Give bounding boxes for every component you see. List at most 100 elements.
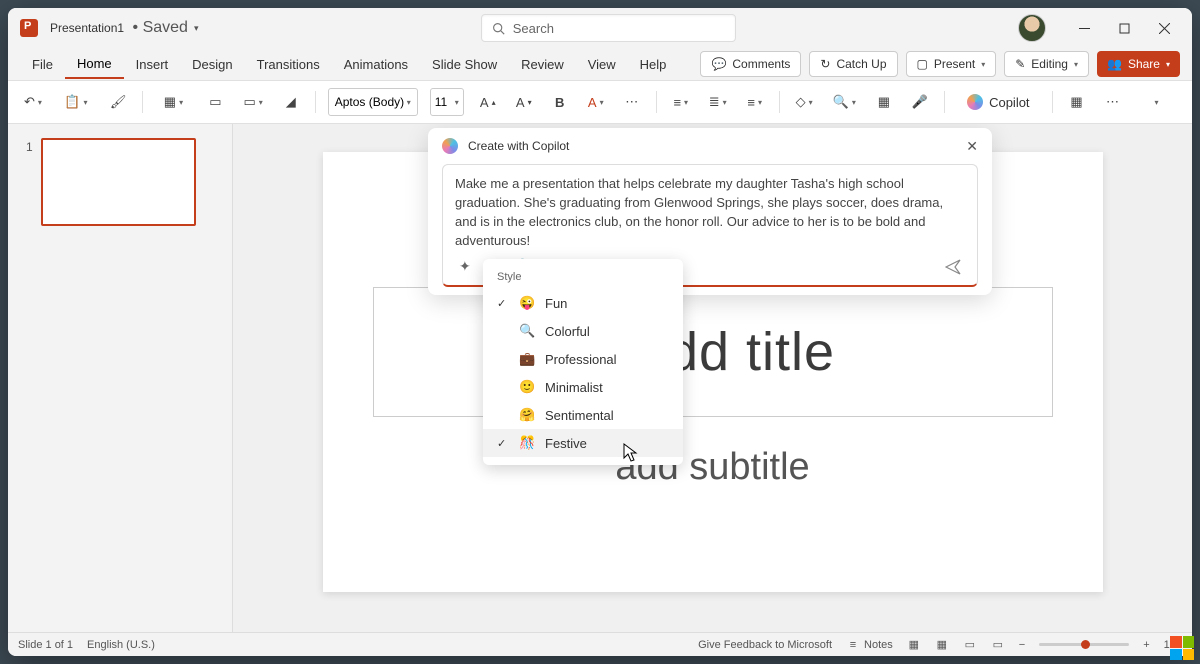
- tab-view[interactable]: View: [576, 51, 628, 78]
- reading-view-icon[interactable]: ▭: [963, 638, 977, 652]
- bold-button[interactable]: B: [548, 87, 572, 117]
- style-item-colorful[interactable]: 🔍 Colorful: [483, 317, 683, 345]
- copilot-ribbon-button[interactable]: Copilot: [957, 87, 1039, 117]
- zoom-out-button[interactable]: −: [1019, 639, 1025, 651]
- colorful-emoji-icon: 🔍: [519, 323, 535, 339]
- font-size-select[interactable]: 11▾: [430, 88, 464, 116]
- comments-button[interactable]: 💬 Comments: [700, 51, 801, 77]
- style-item-label: Minimalist: [545, 380, 603, 395]
- app-window: Presentation1 • Saved ▾ Search File Home…: [8, 8, 1192, 656]
- sorter-view-icon[interactable]: ▦: [935, 638, 949, 652]
- tab-home[interactable]: Home: [65, 50, 124, 79]
- grid-view-button[interactable]: ▦: [1065, 87, 1089, 117]
- format-painter-button[interactable]: 🖌: [106, 87, 131, 117]
- tab-design[interactable]: Design: [180, 51, 244, 78]
- present-chevron-icon[interactable]: ▾: [981, 60, 985, 69]
- menu-tabs: File Home Insert Design Transitions Anim…: [8, 48, 1192, 80]
- pencil-icon: ✎: [1015, 57, 1025, 71]
- tab-help[interactable]: Help: [628, 51, 679, 78]
- search-input[interactable]: Search: [481, 14, 736, 42]
- editing-chevron-icon[interactable]: ▾: [1074, 60, 1078, 69]
- editing-mode-button[interactable]: ✎ Editing ▾: [1004, 51, 1089, 77]
- present-button[interactable]: ▢ Present ▾: [906, 51, 997, 77]
- share-button[interactable]: 👥 Share ▾: [1097, 51, 1180, 77]
- ribbon: ↶▾ 📋▾ 🖌 ▦▾ ▭ ▭▾ ◢ Aptos (Body)▾ 11▾ A▴ A…: [8, 80, 1192, 124]
- paste-button[interactable]: 📋▾: [58, 87, 94, 117]
- layout-button[interactable]: ▭: [203, 87, 227, 117]
- notes-icon: ≡: [846, 638, 860, 652]
- tab-file[interactable]: File: [20, 51, 65, 78]
- tab-insert[interactable]: Insert: [124, 51, 181, 78]
- save-state: • Saved: [128, 19, 188, 37]
- font-color-button[interactable]: A▾: [584, 87, 608, 117]
- check-icon: ✓: [497, 437, 509, 450]
- subtitle-placeholder-box[interactable]: add subtitle: [373, 427, 1053, 507]
- new-slide-button[interactable]: ▦▾: [155, 87, 191, 117]
- zoom-in-button[interactable]: +: [1143, 639, 1149, 651]
- catchup-button[interactable]: ↻ Catch Up: [809, 51, 897, 77]
- present-icon: ▢: [917, 57, 928, 71]
- language-indicator[interactable]: English (U.S.): [87, 639, 155, 651]
- font-family-select[interactable]: Aptos (Body)▾: [328, 88, 418, 116]
- slide-canvas-area: o add title add subtitle Create with Cop…: [233, 124, 1192, 632]
- tab-review[interactable]: Review: [509, 51, 576, 78]
- designer-button[interactable]: ▦: [872, 87, 896, 117]
- collapse-ribbon-button[interactable]: ▾: [1145, 87, 1169, 117]
- zoom-slider[interactable]: [1039, 643, 1129, 646]
- style-item-fun[interactable]: ✓ 😜 Fun: [483, 289, 683, 317]
- thumbnail-panel: 1: [8, 124, 233, 632]
- copilot-panel-title: Create with Copilot: [468, 139, 569, 153]
- search-placeholder: Search: [513, 21, 554, 36]
- sentimental-emoji-icon: 🤗: [519, 407, 535, 423]
- send-button[interactable]: [945, 259, 961, 275]
- align-button[interactable]: ≡▾: [743, 87, 767, 117]
- slide-thumbnail-1[interactable]: [41, 138, 196, 226]
- style-item-label: Colorful: [545, 324, 590, 339]
- powerpoint-icon: [20, 19, 38, 37]
- style-dropdown-label: Style: [483, 267, 683, 289]
- section-button[interactable]: ▭▾: [239, 87, 266, 117]
- close-button[interactable]: [1144, 8, 1184, 48]
- maximize-button[interactable]: [1104, 8, 1144, 48]
- tab-animations[interactable]: Animations: [332, 51, 420, 78]
- tab-slideshow[interactable]: Slide Show: [420, 51, 509, 78]
- style-item-festive[interactable]: ✓ 🎊 Festive: [483, 429, 683, 457]
- style-item-label: Sentimental: [545, 408, 614, 423]
- feedback-link[interactable]: Give Feedback to Microsoft: [698, 639, 832, 651]
- minimize-button[interactable]: [1064, 8, 1104, 48]
- slideshow-view-icon[interactable]: ▭: [991, 638, 1005, 652]
- increase-font-button[interactable]: A▴: [476, 87, 500, 117]
- undo-button[interactable]: ↶▾: [20, 87, 46, 117]
- more-font-button[interactable]: ⋯: [620, 87, 644, 117]
- copilot-panel-icon: [442, 138, 458, 154]
- title-placeholder-box[interactable]: o add title: [373, 287, 1053, 417]
- copilot-prompt-text: Make me a presentation that helps celebr…: [455, 175, 965, 250]
- share-chevron-icon[interactable]: ▾: [1166, 60, 1170, 69]
- windows-logo-icon: [1170, 636, 1194, 660]
- user-avatar[interactable]: [1018, 14, 1046, 42]
- fun-emoji-icon: 😜: [519, 295, 535, 311]
- style-item-minimalist[interactable]: 🙂 Minimalist: [483, 373, 683, 401]
- festive-emoji-icon: 🎊: [519, 435, 535, 451]
- comments-icon: 💬: [711, 57, 726, 71]
- dictate-button[interactable]: 🎤: [908, 87, 932, 117]
- copilot-icon: [967, 94, 983, 110]
- sparkle-icon[interactable]: ✦: [459, 258, 471, 275]
- style-item-sentimental[interactable]: 🤗 Sentimental: [483, 401, 683, 429]
- bullets-button[interactable]: ≡▾: [669, 87, 693, 117]
- overflow-button[interactable]: ⋯: [1101, 87, 1125, 117]
- zoom-thumb[interactable]: [1081, 640, 1090, 649]
- chart-button[interactable]: ◢: [279, 87, 303, 117]
- decrease-font-button[interactable]: A▾: [512, 87, 536, 117]
- slide-indicator[interactable]: Slide 1 of 1: [18, 639, 73, 651]
- document-title[interactable]: Presentation1: [50, 21, 124, 35]
- share-icon: 👥: [1107, 57, 1122, 71]
- notes-button[interactable]: ≡ Notes: [846, 638, 893, 652]
- numbering-button[interactable]: ≣▾: [705, 87, 731, 117]
- copilot-close-button[interactable]: ✕: [966, 138, 978, 155]
- shapes-button[interactable]: ◇▾: [792, 87, 817, 117]
- find-button[interactable]: 🔍▾: [829, 87, 860, 117]
- tab-transitions[interactable]: Transitions: [245, 51, 332, 78]
- style-item-professional[interactable]: 💼 Professional: [483, 345, 683, 373]
- normal-view-icon[interactable]: ▦: [907, 638, 921, 652]
